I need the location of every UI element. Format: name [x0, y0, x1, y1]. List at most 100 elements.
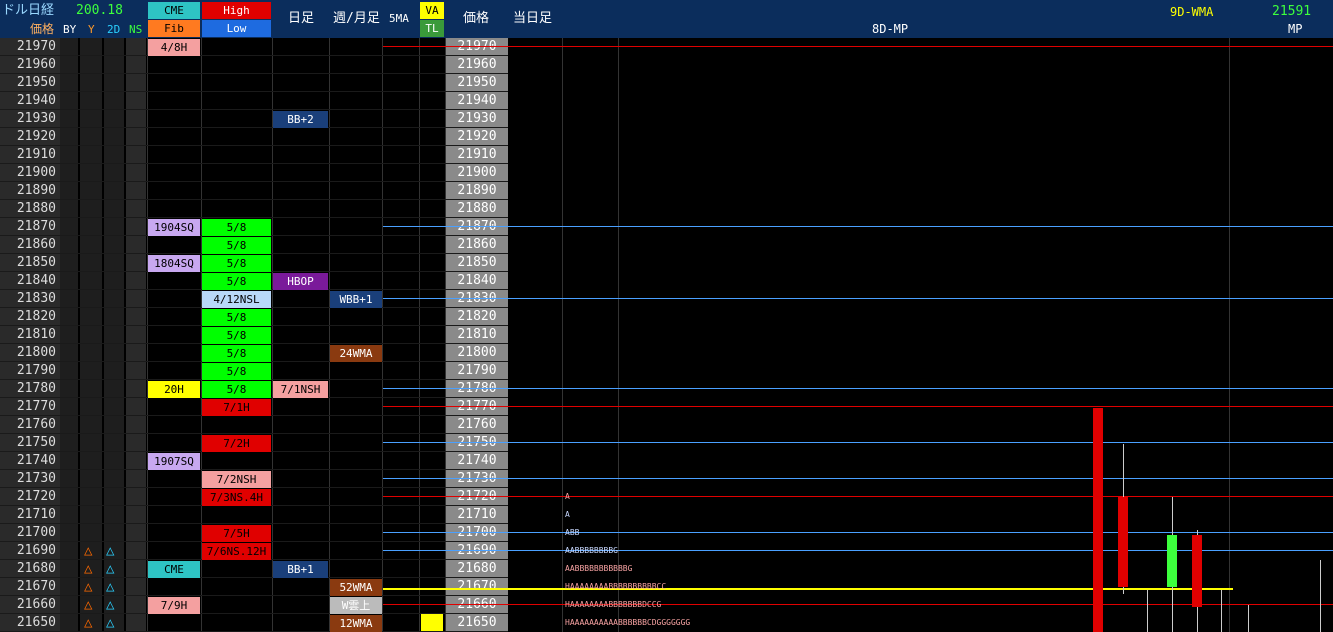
weekly-cell: 12WMA: [330, 615, 382, 632]
row-separator: [0, 523, 508, 524]
price-cell: 21690: [16, 543, 56, 558]
level-line: [383, 550, 1333, 552]
hilo-cell: 4/12NSL: [202, 291, 271, 308]
sub-label-ns: NS: [129, 23, 143, 36]
daily-header: 日足: [288, 11, 315, 26]
price2-cell: 21910: [457, 147, 497, 162]
va-marker: [421, 614, 443, 631]
high-header: High: [202, 2, 271, 19]
price-cell: 21950: [16, 75, 56, 90]
price-cell: 21680: [16, 561, 56, 576]
price2-cell: 21790: [457, 363, 497, 378]
mp-label: MP: [1288, 22, 1303, 36]
wma-line: [383, 587, 1233, 590]
sub-label-by: BY: [63, 23, 77, 36]
triangle-cyan-icon: △: [106, 579, 115, 595]
price-cell: 21860: [16, 237, 56, 252]
cme-header: CME: [148, 2, 200, 19]
market-profile-window: ドル日経 価格 200.18 BY Y 2D NS CME Fib High L…: [0, 0, 1333, 632]
row-separator: [0, 91, 508, 92]
price2-cell: 21880: [457, 201, 497, 216]
hilo-cell: 5/8: [202, 219, 271, 236]
level-line: [383, 298, 1333, 300]
triangle-orange-icon: △: [84, 543, 93, 559]
row-separator: [0, 469, 508, 470]
price-cell: 21920: [16, 129, 56, 144]
level-line: [383, 388, 1333, 390]
price2-cell: 21900: [457, 165, 497, 180]
row-separator: [0, 163, 508, 164]
fib-cell: 20H: [148, 381, 200, 398]
price-cell: 21890: [16, 183, 56, 198]
hilo-cell: 5/8: [202, 255, 271, 272]
hilo-cell: 7/2NSH: [202, 471, 271, 488]
tl-header: TL: [420, 20, 444, 37]
candle-3: [1167, 535, 1177, 587]
price-cell: 21840: [16, 273, 56, 288]
fib-cell: 1907SQ: [148, 453, 200, 470]
price-cell: 21880: [16, 201, 56, 216]
price-cell: 21940: [16, 93, 56, 108]
daily-cell: BB+1: [273, 561, 328, 578]
fib-cell: 7/9H: [148, 597, 200, 614]
price2-cell: 21710: [457, 507, 497, 522]
level-line: [383, 496, 1333, 498]
price-cell: 21900: [16, 165, 56, 180]
price-cell: 21650: [16, 615, 56, 630]
row-separator: [0, 55, 508, 56]
triangle-cyan-icon: △: [106, 615, 115, 631]
low-header: Low: [202, 20, 271, 37]
hilo-cell: 5/8: [202, 363, 271, 380]
price2-cell: 21740: [457, 453, 497, 468]
row-separator: [0, 577, 508, 578]
daily-cell: 7/1NSH: [273, 381, 328, 398]
price2-cell: 21810: [457, 327, 497, 342]
hilo-cell: 5/8: [202, 381, 271, 398]
hilo-cell: 5/8: [202, 309, 271, 326]
triangle-orange-icon: △: [84, 615, 93, 631]
mp-value: 21591: [1272, 4, 1312, 19]
hilo-cell: 7/2H: [202, 435, 271, 452]
header-value: 200.18: [76, 3, 123, 18]
tpo-row: A: [565, 492, 570, 501]
price-cell: 21810: [16, 327, 56, 342]
level-line: [383, 478, 1333, 480]
triangle-orange-icon: △: [84, 579, 93, 595]
price-header: 価格: [30, 22, 55, 36]
price-cell: 21820: [16, 309, 56, 324]
level-line: [383, 406, 1333, 408]
price-cell: 21770: [16, 399, 56, 414]
price2-cell: 21760: [457, 417, 497, 432]
price-cell: 21930: [16, 111, 56, 126]
triangle-cyan-icon: △: [106, 543, 115, 559]
hilo-cell: 5/8: [202, 237, 271, 254]
level-line: [383, 532, 1333, 534]
price-cell: 21660: [16, 597, 56, 612]
daily-cell: BB+2: [273, 111, 328, 128]
weekly-cell: 24WMA: [330, 345, 382, 362]
price2-cell: 21920: [457, 129, 497, 144]
level-line: [383, 442, 1333, 444]
price2-cell: 21850: [457, 255, 497, 270]
tpo-row: HAAAAAAAABBBBBBBBBBCC: [565, 582, 667, 591]
row-separator: [0, 181, 508, 182]
price-cell: 21730: [16, 471, 56, 486]
weekly-header: 週/月足: [333, 11, 380, 26]
price-cell: 21720: [16, 489, 56, 504]
price2-cell: 21840: [457, 273, 497, 288]
triangle-orange-icon: △: [84, 597, 93, 613]
price2-cell: 21960: [457, 57, 497, 72]
price2-cell: 21950: [457, 75, 497, 90]
price-cell: 21740: [16, 453, 56, 468]
weekly-cell: W雲上: [330, 597, 382, 614]
level-line: [383, 46, 1333, 48]
level-line: [383, 604, 1333, 606]
row-separator: [0, 217, 508, 218]
price2-cell: 21940: [457, 93, 497, 108]
wma9d-header: 9D-WMA: [1170, 5, 1214, 19]
price-cell: 21750: [16, 435, 56, 450]
price-cell: 21760: [16, 417, 56, 432]
triangle-orange-icon: △: [84, 561, 93, 577]
fib-cell: 4/8H: [148, 39, 200, 56]
candle-4: [1192, 535, 1202, 607]
